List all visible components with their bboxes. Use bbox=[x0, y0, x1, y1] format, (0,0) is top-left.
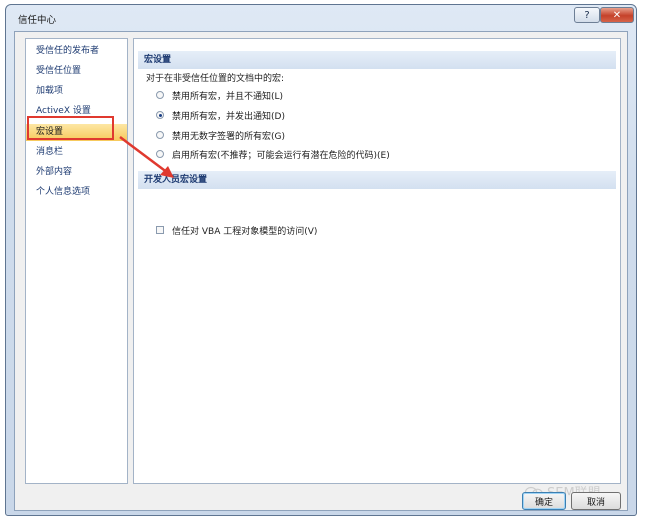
settings-panel: 宏设置 对于在非受信任位置的文档中的宏: 禁用所有宏，并且不通知(L) 禁用所有… bbox=[133, 38, 621, 484]
sidebar-item-trusted-publishers[interactable]: 受信任的发布者 bbox=[26, 43, 127, 60]
close-icon: ✕ bbox=[612, 9, 622, 21]
sidebar-item-add-ins[interactable]: 加载项 bbox=[26, 83, 127, 100]
radio-enable-all[interactable]: 启用所有宏(不推荐；可能会运行有潜在危险的代码)(E) bbox=[156, 147, 390, 161]
sidebar-item-message-bar[interactable]: 消息栏 bbox=[26, 144, 127, 161]
vba-access-checkbox-row[interactable]: 信任对 VBA 工程对象模型的访问(V) bbox=[156, 223, 317, 237]
radio-label: 禁用所有宏，并且不通知(L) bbox=[172, 91, 284, 102]
window-title: 信任中心 bbox=[18, 15, 57, 26]
radio-indicator[interactable] bbox=[156, 150, 164, 158]
macro-settings-header: 宏设置 bbox=[138, 51, 616, 69]
radio-indicator-selected[interactable] bbox=[156, 111, 164, 119]
help-icon: ? bbox=[584, 9, 590, 21]
close-button[interactable]: ✕ bbox=[600, 7, 634, 23]
vba-access-checkbox[interactable] bbox=[156, 226, 164, 234]
sidebar-item-external-content[interactable]: 外部内容 bbox=[26, 164, 127, 181]
vba-access-label: 信任对 VBA 工程对象模型的访问(V) bbox=[172, 226, 318, 237]
sidebar-item-macro-settings[interactable]: 宏设置 bbox=[26, 124, 127, 141]
radio-disable-with-notify[interactable]: 禁用所有宏，并发出通知(D) bbox=[156, 108, 285, 122]
sidebar-item-privacy-options[interactable]: 个人信息选项 bbox=[26, 184, 127, 201]
sidebar-nav: 受信任的发布者 受信任位置 加载项 ActiveX 设置 宏设置 消息栏 外部内… bbox=[25, 38, 128, 484]
macro-settings-description: 对于在非受信任位置的文档中的宏: bbox=[146, 74, 285, 84]
radio-indicator[interactable] bbox=[156, 131, 164, 139]
trust-center-dialog: 信任中心 ? ✕ 受信任的发布者 受信任位置 加载项 ActiveX 设置 宏设… bbox=[5, 4, 637, 516]
radio-disable-no-notify[interactable]: 禁用所有宏，并且不通知(L) bbox=[156, 88, 283, 102]
ok-button[interactable]: 确定 bbox=[522, 492, 566, 510]
developer-settings-header: 开发人员宏设置 bbox=[138, 171, 616, 189]
radio-label: 启用所有宏(不推荐；可能会运行有潜在危险的代码)(E) bbox=[172, 150, 390, 161]
dialog-body: 受信任的发布者 受信任位置 加载项 ActiveX 设置 宏设置 消息栏 外部内… bbox=[14, 31, 628, 511]
sidebar-item-trusted-locations[interactable]: 受信任位置 bbox=[26, 63, 127, 80]
radio-label: 禁用无数字签署的所有宏(G) bbox=[172, 131, 285, 142]
cancel-button[interactable]: 取消 bbox=[571, 492, 621, 510]
radio-label: 禁用所有宏，并发出通知(D) bbox=[172, 111, 285, 122]
help-button[interactable]: ? bbox=[574, 7, 600, 23]
sidebar-item-activex-settings[interactable]: ActiveX 设置 bbox=[26, 103, 127, 120]
title-bar[interactable]: 信任中心 ? ✕ bbox=[6, 5, 636, 31]
radio-disable-unsigned[interactable]: 禁用无数字签署的所有宏(G) bbox=[156, 128, 285, 142]
radio-indicator[interactable] bbox=[156, 91, 164, 99]
